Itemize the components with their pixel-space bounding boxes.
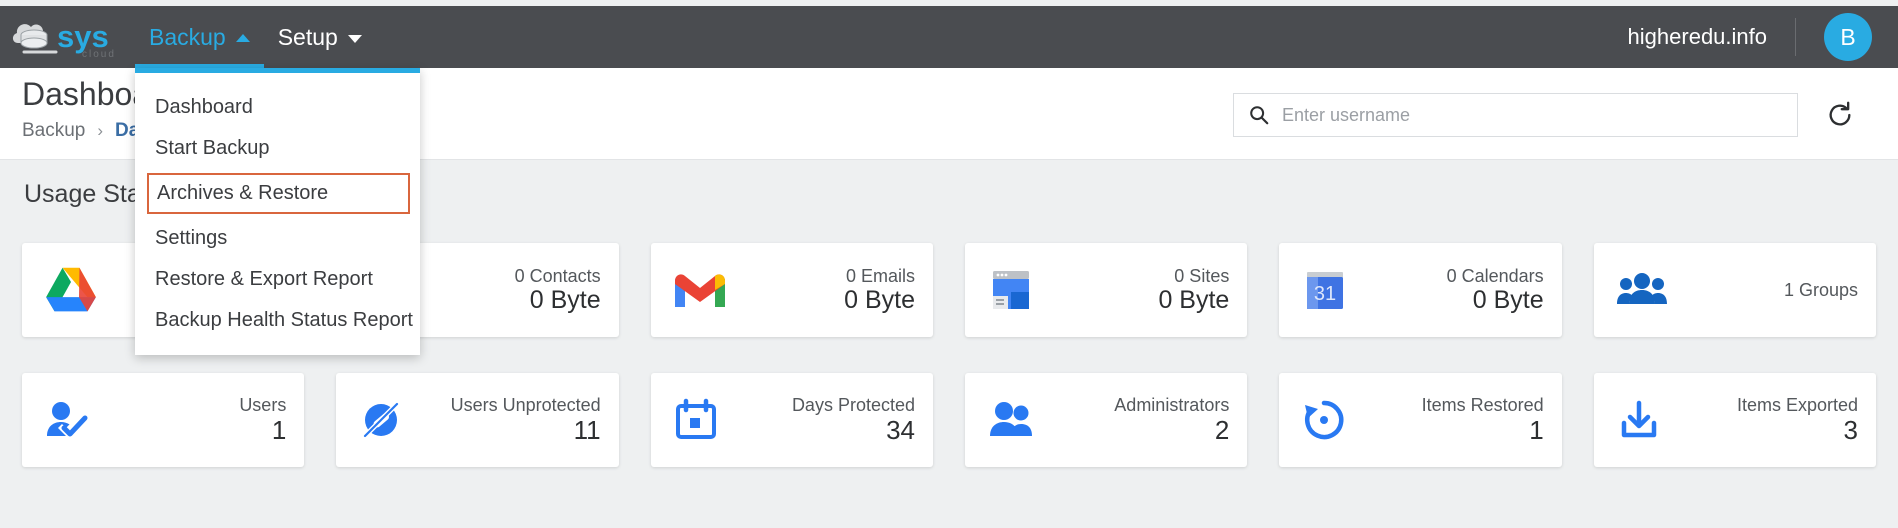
svg-text:31: 31: [1314, 283, 1336, 305]
stat-card-contacts-label: 0 Contacts: [515, 266, 601, 286]
avatar[interactable]: B: [1824, 13, 1872, 61]
search-input[interactable]: [1282, 105, 1783, 126]
google-drive-icon: [44, 266, 98, 314]
menu-item-settings[interactable]: Settings: [135, 218, 420, 259]
stat-card-calendars-text: 0 Calendars 0 Byte: [1447, 266, 1544, 315]
stat-card-items-restored[interactable]: Items Restored 1: [1279, 373, 1561, 467]
stat-card-items-exported[interactable]: Items Exported 3: [1594, 373, 1876, 467]
backup-dropdown-menu: Dashboard Start Backup Archives & Restor…: [135, 68, 420, 355]
stat-card-items-exported-label: Items Exported: [1737, 395, 1858, 415]
menu-item-restore-export-report[interactable]: Restore & Export Report: [135, 259, 420, 300]
caret-down-icon: [348, 35, 362, 43]
stat-card-users-text: Users 1: [239, 395, 286, 445]
search-box[interactable]: [1233, 93, 1798, 137]
stat-card-administrators[interactable]: Administrators 2: [965, 373, 1247, 467]
stat-card-users[interactable]: Users 1: [22, 373, 304, 467]
stat-card-users-unprotected-text: Users Unprotected 11: [451, 395, 601, 445]
nav-item-setup[interactable]: Setup: [264, 6, 376, 68]
chevron-right-icon: ›: [97, 121, 103, 141]
dashboard-page: sys cloud Backup Setup higheredu.info B …: [0, 0, 1898, 528]
stat-card-contacts-text: 0 Contacts 0 Byte: [515, 266, 601, 315]
stat-card-emails-text: 0 Emails 0 Byte: [844, 266, 915, 315]
google-sites-icon: [987, 266, 1035, 314]
nav-item-backup[interactable]: Backup: [135, 6, 264, 68]
stat-card-sites-text: 0 Sites 0 Byte: [1158, 266, 1229, 315]
stat-card-administrators-text: Administrators 2: [1114, 395, 1229, 445]
menu-item-backup-health-status-report[interactable]: Backup Health Status Report: [135, 300, 420, 341]
stat-card-users-unprotected-label: Users Unprotected: [451, 395, 601, 415]
menu-item-start-backup[interactable]: Start Backup: [135, 128, 420, 169]
stat-card-items-restored-label: Items Restored: [1422, 395, 1544, 415]
stat-card-items-exported-value: 3: [1844, 415, 1858, 445]
user-unprotected-icon: [358, 397, 404, 443]
breadcrumb-backup[interactable]: Backup: [22, 120, 85, 142]
stat-card-sites-value: 0 Byte: [1158, 286, 1229, 314]
svg-text:cloud: cloud: [82, 49, 116, 60]
stat-card-days-protected-text: Days Protected 34: [792, 395, 915, 445]
stat-card-users-unprotected[interactable]: Users Unprotected 11: [336, 373, 618, 467]
stat-card-items-restored-value: 1: [1529, 415, 1543, 445]
stat-card-sites[interactable]: 0 Sites 0 Byte: [965, 243, 1247, 337]
gmail-icon: [673, 269, 727, 311]
stat-card-emails[interactable]: 0 Emails 0 Byte: [651, 243, 933, 337]
primary-nav-items: Backup Setup: [135, 6, 376, 68]
stat-card-days-protected[interactable]: Days Protected 34: [651, 373, 933, 467]
stat-card-administrators-value: 2: [1215, 415, 1229, 445]
stat-card-sites-label: 0 Sites: [1174, 266, 1229, 286]
calendar-days-icon: [673, 397, 719, 443]
menu-item-dashboard[interactable]: Dashboard: [135, 87, 420, 128]
stat-card-contacts-value: 0 Byte: [530, 286, 601, 314]
nav-item-backup-label: Backup: [149, 24, 226, 51]
sys-cloud-logo[interactable]: sys cloud: [0, 6, 135, 68]
user-check-icon: [44, 399, 92, 441]
stat-card-calendars-value: 0 Byte: [1473, 286, 1544, 314]
stat-card-calendars[interactable]: 31 0 Calendars 0 Byte: [1279, 243, 1561, 337]
stat-card-groups-text: 1 Groups: [1784, 280, 1858, 301]
stat-card-items-exported-text: Items Exported 3: [1737, 395, 1858, 445]
account-domain-label: higheredu.info: [1628, 18, 1796, 56]
nav-item-setup-label: Setup: [278, 24, 338, 51]
stat-card-administrators-label: Administrators: [1114, 395, 1229, 415]
stat-card-items-restored-text: Items Restored 1: [1422, 395, 1544, 445]
stat-card-users-unprotected-value: 11: [574, 415, 601, 445]
menu-item-archives-restore[interactable]: Archives & Restore: [147, 173, 410, 214]
caret-up-icon: [236, 34, 250, 42]
export-download-icon: [1616, 397, 1662, 443]
administrators-icon: [987, 400, 1037, 440]
stat-card-users-label: Users: [239, 395, 286, 415]
stat-card-days-protected-label: Days Protected: [792, 395, 915, 415]
stat-card-groups[interactable]: 1 Groups: [1594, 243, 1876, 337]
groups-icon: [1616, 270, 1668, 310]
stat-card-calendars-label: 0 Calendars: [1447, 266, 1544, 286]
top-navigation-bar: sys cloud Backup Setup higheredu.info B: [0, 6, 1898, 68]
stat-card-days-protected-value: 34: [886, 415, 915, 445]
logo-icon: sys cloud: [10, 13, 130, 61]
stat-card-emails-label: 0 Emails: [846, 266, 915, 286]
topbar-right-group: higheredu.info B: [1628, 6, 1898, 68]
stat-card-groups-label: 1 Groups: [1784, 280, 1858, 300]
restore-icon: [1301, 397, 1347, 443]
stat-card-emails-value: 0 Byte: [844, 286, 915, 314]
refresh-icon[interactable]: [1826, 101, 1854, 129]
stat-card-users-value: 1: [272, 415, 286, 445]
search-icon: [1248, 104, 1270, 126]
google-calendar-icon: 31: [1301, 266, 1349, 314]
usage-stats-cards-row2: Users 1 Users Unprotected 11: [22, 373, 1876, 467]
